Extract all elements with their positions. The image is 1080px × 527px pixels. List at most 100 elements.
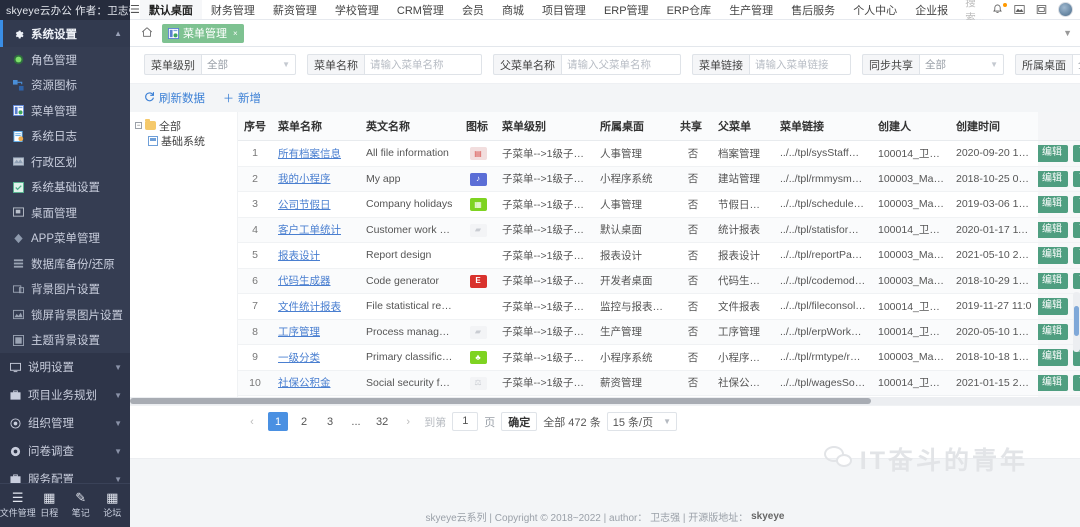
home-icon[interactable] — [136, 26, 158, 41]
nav-item-personal-center[interactable]: 个人中心 — [844, 0, 906, 19]
nav-item-member[interactable]: 会员 — [453, 0, 493, 19]
menu-icon[interactable]: ☰ — [130, 0, 140, 19]
page-button-1[interactable]: 1 — [268, 412, 288, 431]
menu-name-link[interactable]: 工序管理 — [278, 326, 320, 338]
bell-icon[interactable] — [992, 4, 1003, 15]
sidebar-item-background-image-settings[interactable]: 背景图片设置 — [0, 277, 130, 303]
sidebar-item-theme-background-settings[interactable]: 主题背景设置 — [0, 328, 130, 354]
cell-menu-name[interactable]: 客户工单统计 — [272, 217, 360, 243]
menu-name-link[interactable]: 客户工单统计 — [278, 224, 341, 236]
cell-menu-name[interactable]: 社保公积金 — [272, 370, 360, 396]
nav-item-crm[interactable]: CRM管理 — [388, 0, 453, 19]
cell-menu-name[interactable]: 文件统计报表 — [272, 294, 360, 320]
window-icon[interactable] — [1036, 4, 1047, 15]
goto-page-input[interactable]: 1 — [452, 412, 478, 431]
nav-item-erp[interactable]: ERP管理 — [595, 0, 658, 19]
table-row[interactable]: 3公司节假日Company holidays▦子菜单-->1级子菜单人事管理否节… — [238, 192, 1080, 218]
cell-menu-name[interactable]: 代码生成器 — [272, 268, 360, 294]
edit-button[interactable]: 编辑 — [1038, 298, 1068, 315]
menu-name-link[interactable]: 报表设计 — [278, 250, 320, 262]
move-down-button[interactable]: 下移 — [1073, 145, 1080, 162]
sidebar-item-db-backup-restore[interactable]: 数据库备份/还原 — [0, 251, 130, 277]
table-row[interactable]: 8工序管理Process management▰子菜单-->1级子菜单生产管理否… — [238, 319, 1080, 345]
sidebar-bottom-file-management[interactable]: ☰ 文件管理 — [2, 491, 33, 519]
prev-page-button[interactable]: ‹ — [242, 412, 262, 431]
avatar[interactable] — [1058, 2, 1073, 17]
edit-button[interactable]: 编辑 — [1038, 273, 1068, 290]
parent-menu-name-input[interactable]: 请输入父菜单名称 — [561, 54, 681, 75]
sidebar-group-project-business-planning[interactable]: 项目业务规划 ▼ — [0, 381, 130, 409]
sidebar-bottom-forum[interactable]: ▦ 论坛 — [97, 491, 128, 519]
move-down-button[interactable]: 下移 — [1073, 247, 1080, 264]
sidebar-item-lock-background-image-settings[interactable]: 锁屏背景图片设置 — [0, 302, 130, 328]
menu-name-link[interactable]: 文件统计报表 — [278, 301, 341, 313]
table-vertical-scrollbar[interactable] — [1073, 292, 1080, 352]
edit-button[interactable]: 编辑 — [1038, 145, 1068, 162]
sidebar-group-questionnaire-survey[interactable]: 问卷调查 ▼ — [0, 437, 130, 465]
chevron-down-icon[interactable]: ▼ — [1063, 28, 1072, 38]
sidebar-group-service-configuration[interactable]: 服务配置 ▼ — [0, 465, 130, 483]
sidebar-item-desktop-management[interactable]: 桌面管理 — [0, 200, 130, 226]
nav-item-enterprise-report[interactable]: 企业报 — [906, 0, 957, 19]
menu-name-link[interactable]: 代码生成器 — [278, 275, 331, 287]
nav-item-school[interactable]: 学校管理 — [326, 0, 388, 19]
scrollbar-thumb[interactable] — [1074, 306, 1079, 336]
scrollbar-thumb[interactable] — [130, 398, 871, 404]
tree-node-all[interactable]: − 全部 — [135, 118, 233, 133]
sidebar-item-system-base-settings[interactable]: 系统基础设置 — [0, 175, 130, 201]
nav-item-salary[interactable]: 薪资管理 — [264, 0, 326, 19]
table-row[interactable]: 9一级分类Primary classification♣子菜单-->1级子菜单小… — [238, 345, 1080, 371]
edit-button[interactable]: 编辑 — [1038, 222, 1068, 239]
sidebar-item-resource-icons[interactable]: 资源图标 — [0, 73, 130, 99]
sidebar-item-role-management[interactable]: 角色管理 — [0, 47, 130, 73]
refresh-data-button[interactable]: 刷新数据 — [144, 90, 205, 106]
sidebar-group-organization-management[interactable]: 组织管理 ▼ — [0, 409, 130, 437]
next-page-button[interactable]: › — [398, 412, 418, 431]
sidebar-item-system-log[interactable]: 系统日志 — [0, 124, 130, 150]
cell-menu-name[interactable]: 一级分类 — [272, 345, 360, 371]
menu-name-link[interactable]: 公司节假日 — [278, 199, 331, 211]
menu-name-link[interactable]: 我的小程序 — [278, 173, 331, 185]
tab-menu-management[interactable]: 菜单管理 × — [162, 24, 244, 43]
table-row[interactable]: 4客户工单统计Customer work orde...▰子菜单-->1级子菜单… — [238, 217, 1080, 243]
sidebar-group-instruction-settings[interactable]: 说明设置 ▼ — [0, 353, 130, 381]
table-row[interactable]: 6代码生成器Code generatorE子菜单-->1级子菜单开发者桌面否代码… — [238, 268, 1080, 294]
nav-item-erp-warehouse[interactable]: ERP仓库 — [658, 0, 721, 19]
tree-expand-icon[interactable]: − — [135, 122, 142, 129]
sidebar-item-administrative-division[interactable]: 行政区划 — [0, 149, 130, 175]
horizontal-scrollbar[interactable] — [130, 397, 1080, 405]
edit-button[interactable]: 编辑 — [1038, 171, 1068, 188]
image-icon[interactable] — [1014, 4, 1025, 15]
sync-share-select[interactable]: 全部 ▼ — [919, 54, 1004, 75]
page-size-select[interactable]: 15 条/页 ▼ — [607, 412, 677, 431]
menu-link-input[interactable]: 请输入菜单链接 — [749, 54, 851, 75]
edit-button[interactable]: 编辑 — [1038, 324, 1068, 341]
menu-name-link[interactable]: 社保公积金 — [278, 377, 331, 389]
edit-button[interactable]: 编辑 — [1038, 247, 1068, 264]
menu-name-link[interactable]: 所有档案信息 — [278, 148, 341, 160]
sidebar-bottom-notes[interactable]: ✎ 笔记 — [65, 491, 96, 519]
move-down-button[interactable]: 下移 — [1073, 171, 1080, 188]
sidebar-item-app-menu-management[interactable]: APP菜单管理 — [0, 226, 130, 252]
edit-button[interactable]: 编辑 — [1038, 375, 1068, 392]
table-row[interactable]: 7文件统计报表File statistical report子菜单-->1级子菜… — [238, 294, 1080, 320]
cell-menu-name[interactable]: 公司节假日 — [272, 192, 360, 218]
add-button[interactable]: ＋ 新增 — [223, 90, 261, 106]
sidebar-group-system-settings[interactable]: 系统设置 ▲ — [0, 20, 130, 47]
page-button-2[interactable]: 2 — [294, 412, 314, 431]
move-down-button[interactable]: 下移 — [1073, 375, 1080, 392]
menu-level-select[interactable]: 全部 ▼ — [201, 54, 296, 75]
table-row[interactable]: 5报表设计Report design子菜单-->1级子菜单报表设计否报表设计..… — [238, 243, 1080, 269]
sidebar-item-menu-management[interactable]: 菜单管理 — [0, 98, 130, 124]
menu-name-link[interactable]: 一级分类 — [278, 352, 320, 364]
nav-item-project[interactable]: 项目管理 — [533, 0, 595, 19]
cell-menu-name[interactable]: 所有档案信息 — [272, 141, 360, 167]
sidebar-bottom-schedule[interactable]: ▦ 日程 — [34, 491, 65, 519]
edit-button[interactable]: 编辑 — [1038, 196, 1068, 213]
move-down-button[interactable]: 下移 — [1073, 273, 1080, 290]
nav-item-mall[interactable]: 商城 — [493, 0, 533, 19]
menu-name-input[interactable]: 请输入菜单名称 — [364, 54, 482, 75]
nav-item-production[interactable]: 生产管理 — [720, 0, 782, 19]
cell-menu-name[interactable]: 报表设计 — [272, 243, 360, 269]
nav-item-default-desktop[interactable]: 默认桌面 — [140, 0, 202, 19]
